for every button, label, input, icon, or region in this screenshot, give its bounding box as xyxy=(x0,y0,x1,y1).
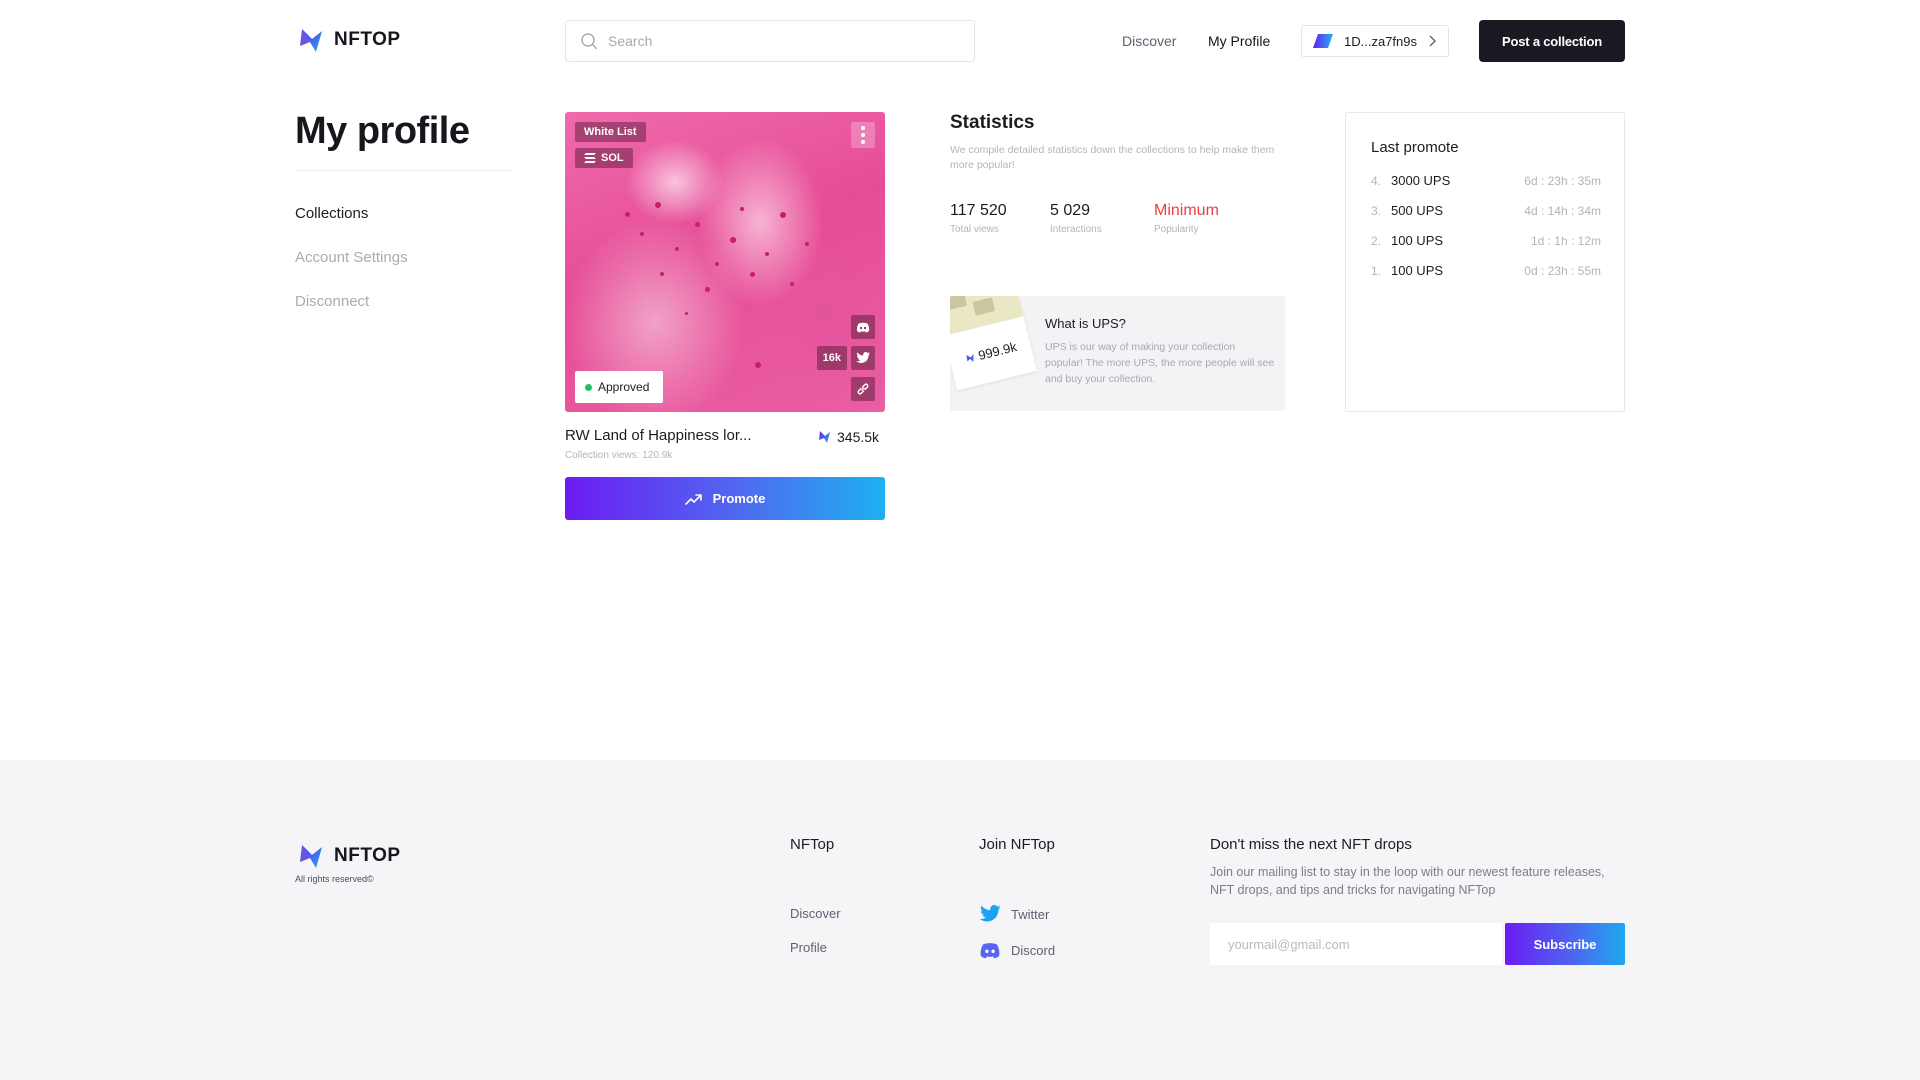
chain-tag: SOL xyxy=(575,148,633,168)
ups-token-icon xyxy=(819,431,830,443)
promote-label: Promote xyxy=(712,491,766,506)
top-header: NFTOP Discover My Profile 1D...za7fn9s P… xyxy=(0,0,1920,84)
page-title: My profile xyxy=(295,110,470,152)
brand-name: NFTOP xyxy=(334,845,401,866)
promote-button[interactable]: Promote xyxy=(565,477,885,520)
ups-info-box: 999.9k What is UPS? UPS is our way of ma… xyxy=(950,296,1285,411)
footer-heading-nftop: NFTop xyxy=(790,836,835,853)
post-collection-button[interactable]: Post a collection xyxy=(1479,20,1625,62)
ups-illustration: 999.9k xyxy=(950,296,1037,391)
newsletter-text: Join our mailing list to stay in the loo… xyxy=(1210,865,1605,897)
status-label: Approved xyxy=(598,380,650,394)
stat-label: Popularity xyxy=(1154,224,1199,235)
ups-card-value: 999.9k xyxy=(976,339,1019,364)
footer-link-discord[interactable]: Discord xyxy=(979,942,1055,959)
nav-discover[interactable]: Discover xyxy=(1122,33,1176,49)
more-options-icon[interactable] xyxy=(851,122,875,148)
trending-up-icon xyxy=(684,493,702,505)
stat-value: 117 520 xyxy=(950,202,1007,219)
ups-token-icon xyxy=(966,353,974,362)
collection-title[interactable]: RW Land of Happiness lor... xyxy=(565,427,780,444)
stat-interactions: 5 029 Interactions xyxy=(1050,202,1102,235)
search-input[interactable] xyxy=(608,33,948,49)
nftop-logo-icon xyxy=(300,845,322,868)
price-value: 345.5k xyxy=(837,429,880,445)
collection-views: Collection views: 120.9k xyxy=(565,450,673,461)
statistics-description: We compile detailed statistics down the … xyxy=(950,144,1275,171)
sidebar-item-disconnect[interactable]: Disconnect xyxy=(295,293,369,310)
status-badge: Approved xyxy=(575,371,663,403)
list-item: 4. 3000 UPS 6d : 23h : 35m xyxy=(1371,173,1601,188)
wallet-address: 1D...za7fn9s xyxy=(1344,33,1417,49)
discord-icon xyxy=(980,943,1000,959)
stat-label: Interactions xyxy=(1050,224,1102,235)
discord-icon[interactable] xyxy=(851,315,875,339)
search-bar[interactable] xyxy=(565,20,975,62)
list-item: 1. 100 UPS 0d : 23h : 55m xyxy=(1371,263,1601,278)
search-icon xyxy=(581,33,598,50)
last-promote-panel: Last promote 4. 3000 UPS 6d : 23h : 35m … xyxy=(1345,112,1625,412)
footer-link-twitter[interactable]: Twitter xyxy=(979,905,1049,923)
chain-label: SOL xyxy=(601,152,624,164)
copyright: All rights reserved© xyxy=(295,874,374,884)
list-item: 2. 100 UPS 1d : 1h : 12m xyxy=(1371,233,1601,248)
wallet-button[interactable]: 1D...za7fn9s xyxy=(1301,25,1449,57)
statistics-title: Statistics xyxy=(950,112,1035,133)
discord-label: Discord xyxy=(1011,943,1056,958)
brand-name: NFTOP xyxy=(334,29,401,50)
chevron-right-icon xyxy=(1429,35,1436,47)
stat-label: Total views xyxy=(950,224,999,235)
email-field[interactable] xyxy=(1210,923,1502,965)
footer: NFTOP All rights reserved© NFTop Discove… xyxy=(0,760,1920,1080)
footer-link-discover[interactable]: Discover xyxy=(790,906,841,921)
footer-logo[interactable]: NFTOP xyxy=(298,842,401,870)
ups-title: What is UPS? xyxy=(1045,316,1126,331)
twitter-icon xyxy=(979,905,1001,922)
title-divider xyxy=(295,170,513,171)
list-item: 3. 500 UPS 4d : 14h : 34m xyxy=(1371,203,1601,218)
sidebar-item-collections[interactable]: Collections xyxy=(295,205,368,222)
nftop-logo-icon xyxy=(300,29,322,52)
stat-value: Minimum xyxy=(1154,202,1219,219)
twitter-follower-count: 16k xyxy=(816,346,847,370)
collection-price: 345.5k xyxy=(818,429,879,445)
collection-image[interactable]: White List SOL 16k Approved xyxy=(565,112,885,412)
solana-icon xyxy=(584,153,596,163)
ups-description: UPS is our way of making your collection… xyxy=(1045,341,1275,385)
link-icon[interactable] xyxy=(851,377,875,401)
stat-popularity: Minimum Popularity xyxy=(1154,202,1219,235)
twitter-label: Twitter xyxy=(1011,906,1050,922)
footer-heading-join: Join NFTop xyxy=(979,836,1055,853)
newsletter-title: Don't miss the next NFT drops xyxy=(1210,836,1412,853)
twitter-icon[interactable] xyxy=(851,346,875,370)
stat-value: 5 029 xyxy=(1050,202,1091,219)
brand-logo[interactable]: NFTOP xyxy=(298,26,401,54)
stat-total-views: 117 520 Total views xyxy=(950,202,1007,235)
white-list-tag: White List xyxy=(575,122,646,142)
nav-my-profile[interactable]: My Profile xyxy=(1208,33,1270,49)
status-dot xyxy=(585,383,592,391)
last-promote-title: Last promote xyxy=(1371,139,1459,156)
footer-link-profile[interactable]: Profile xyxy=(790,940,827,955)
wallet-icon xyxy=(1313,34,1333,48)
sidebar-item-account-settings[interactable]: Account Settings xyxy=(295,249,408,266)
subscribe-button[interactable]: Subscribe xyxy=(1505,923,1625,965)
